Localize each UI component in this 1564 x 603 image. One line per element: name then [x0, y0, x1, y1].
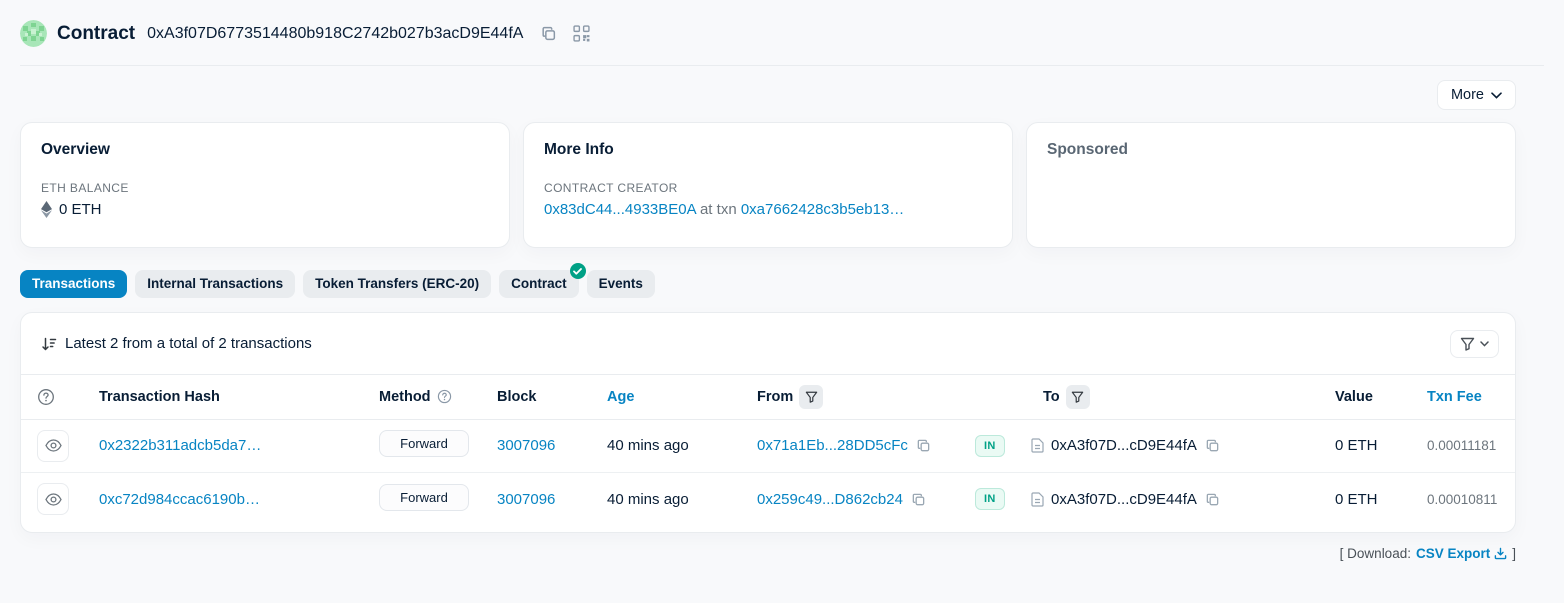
method-badge[interactable]: Forward: [379, 484, 469, 511]
column-header-fee[interactable]: Txn Fee: [1413, 389, 1499, 405]
block-link[interactable]: 3007096: [497, 437, 555, 454]
creator-connector-text: at txn: [700, 201, 737, 218]
creator-address-link[interactable]: 0x83dC44...4933BE0A: [544, 201, 696, 218]
column-header-block: Block: [497, 389, 607, 405]
csv-export-link[interactable]: CSV Export: [1416, 546, 1507, 561]
help-icon[interactable]: [37, 388, 99, 406]
download-suffix-text: ]: [1512, 546, 1516, 561]
transactions-summary-text: Latest 2 from a total of 2 transactions: [65, 335, 312, 352]
creator-txn-link[interactable]: 0xa7662428c3b5eb13…: [741, 201, 904, 218]
direction-badge: IN: [975, 435, 1005, 457]
to-address-text: 0xA3f07D...cD9E44fA: [1051, 437, 1197, 454]
column-header-method: Method: [379, 389, 497, 405]
method-help-icon[interactable]: [437, 389, 452, 404]
value-text: 0 ETH: [1335, 491, 1378, 508]
contract-document-icon: [1031, 492, 1044, 507]
contract-identicon: [20, 20, 47, 47]
funnel-icon: [1460, 337, 1475, 351]
tabs-row: Transactions Internal Transactions Token…: [20, 270, 1544, 298]
ethereum-icon: [41, 201, 52, 218]
table-filter-button[interactable]: [1450, 330, 1499, 358]
contract-document-icon: [1031, 438, 1044, 453]
column-header-value: Value: [1321, 389, 1413, 405]
txn-fee-text: 0.00010811: [1427, 492, 1497, 507]
chevron-down-icon: [1491, 92, 1502, 99]
copy-address-icon[interactable]: [537, 22, 560, 45]
info-cards-row: Overview ETH BALANCE 0 ETH More Info CON…: [20, 122, 1516, 248]
preview-eye-icon[interactable]: [37, 483, 69, 515]
column-header-hash: Transaction Hash: [99, 389, 379, 405]
more-button[interactable]: More: [1437, 80, 1516, 110]
chevron-down-icon: [1480, 341, 1489, 347]
overview-card-title: Overview: [41, 141, 489, 159]
from-address-link[interactable]: 0x71a1Eb...28DD5cFc: [757, 437, 908, 454]
column-header-from: From: [757, 385, 975, 409]
sort-descending-icon: [41, 336, 57, 352]
eth-balance-value: 0 ETH: [59, 201, 102, 218]
more-button-label: More: [1451, 87, 1484, 103]
transactions-card-header: Latest 2 from a total of 2 transactions: [21, 313, 1515, 374]
txn-hash-link[interactable]: 0xc72d984ccac6190b…: [99, 491, 260, 508]
value-text: 0 ETH: [1335, 437, 1378, 454]
transactions-card: Latest 2 from a total of 2 transactions …: [20, 312, 1516, 533]
age-text: 40 mins ago: [607, 437, 689, 454]
contract-creator-line: 0x83dC44...4933BE0A at txn 0xa7662428c3b…: [544, 201, 992, 218]
to-address-text: 0xA3f07D...cD9E44fA: [1051, 491, 1197, 508]
more-info-card-title: More Info: [544, 141, 992, 159]
tab-events[interactable]: Events: [587, 270, 655, 298]
tab-token-transfers[interactable]: Token Transfers (ERC-20): [303, 270, 491, 298]
copy-icon[interactable]: [1204, 491, 1221, 508]
block-link[interactable]: 3007096: [497, 491, 555, 508]
qr-code-icon[interactable]: [570, 22, 593, 45]
sponsored-card-title: Sponsored: [1047, 141, 1495, 159]
tab-transactions[interactable]: Transactions: [20, 270, 127, 298]
to-filter-button[interactable]: [1066, 385, 1090, 409]
tab-contract[interactable]: Contract: [499, 270, 579, 298]
tab-internal-transactions[interactable]: Internal Transactions: [135, 270, 295, 298]
column-header-to: To: [1031, 385, 1321, 409]
table-row: 0x2322b311adcb5da7… Forward 3007096 40 m…: [21, 420, 1515, 473]
contract-address: 0xA3f07D6773514480b918C2742b027b3acD9E44…: [147, 25, 523, 43]
contract-creator-label: CONTRACT CREATOR: [544, 181, 992, 195]
from-address-link[interactable]: 0x259c49...D862cb24: [757, 491, 903, 508]
column-header-age[interactable]: Age: [607, 389, 757, 405]
method-badge[interactable]: Forward: [379, 430, 469, 457]
download-prefix-text: [ Download:: [1340, 546, 1411, 561]
page-title: Contract: [57, 23, 135, 45]
table-row: 0xc72d984ccac6190b… Forward 3007096 40 m…: [21, 473, 1515, 526]
txn-hash-link[interactable]: 0x2322b311adcb5da7…: [99, 437, 261, 454]
txn-fee-text: 0.00011181: [1427, 438, 1496, 453]
from-filter-button[interactable]: [799, 385, 823, 409]
download-icon: [1494, 547, 1507, 560]
age-text: 40 mins ago: [607, 491, 689, 508]
tab-contract-label: Contract: [511, 276, 567, 291]
copy-icon[interactable]: [910, 491, 927, 508]
overview-card: Overview ETH BALANCE 0 ETH: [20, 122, 510, 248]
copy-icon[interactable]: [915, 437, 932, 454]
download-row: [ Download: CSV Export ]: [20, 546, 1516, 561]
verified-check-icon: [570, 263, 586, 279]
actions-row: More: [0, 66, 1564, 122]
transactions-table-header: Transaction Hash Method Block Age From T…: [21, 374, 1515, 420]
sponsored-card: Sponsored: [1026, 122, 1516, 248]
page-header: Contract 0xA3f07D6773514480b918C2742b027…: [0, 0, 1564, 65]
copy-icon[interactable]: [1204, 437, 1221, 454]
more-info-card: More Info CONTRACT CREATOR 0x83dC44...49…: [523, 122, 1013, 248]
direction-badge: IN: [975, 488, 1005, 510]
eth-balance-label: ETH BALANCE: [41, 181, 489, 195]
preview-eye-icon[interactable]: [37, 430, 69, 462]
